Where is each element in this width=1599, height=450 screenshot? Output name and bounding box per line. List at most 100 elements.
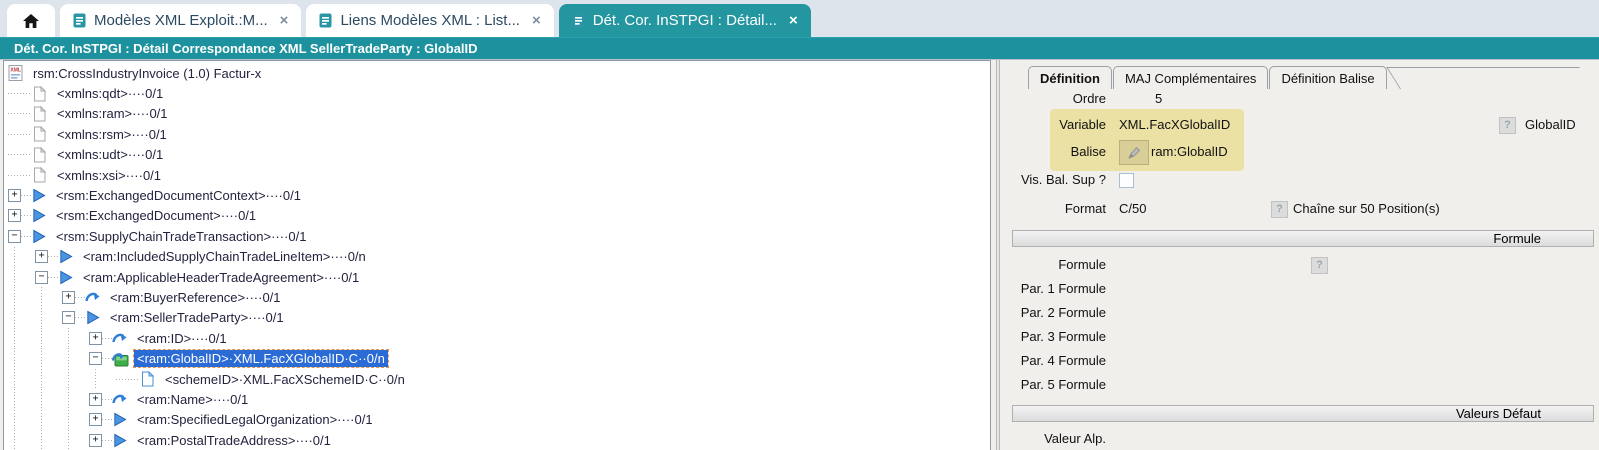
tree-node-label[interactable]: <rsm:ExchangedDocumentContext>····0/1 — [53, 187, 304, 204]
format-help-button[interactable]: ? — [1271, 201, 1288, 218]
tree-indent-guide — [35, 389, 62, 409]
tree-node-label[interactable]: <ram:SpecifiedLegalOrganization>····0/1 — [134, 411, 376, 428]
tree-node: + <ram:BuyerReference>····0/1 — [4, 287, 990, 307]
document-tab-1[interactable]: Modèles XML Exploit.:M... × — [60, 4, 301, 37]
element-triangle-icon — [112, 412, 130, 428]
tree-indent-guide — [62, 348, 89, 368]
close-icon[interactable]: × — [789, 12, 798, 29]
document-tab-3[interactable]: Dét. Cor. InSTPGI : Détail... × — [559, 4, 811, 37]
tree-connector — [116, 369, 140, 389]
curved-arrow-icon — [112, 330, 130, 346]
element-triangle-icon — [31, 228, 49, 244]
document-icon — [73, 13, 86, 28]
tree-node-label[interactable]: <schemeID>·XML.FacXSchemeID·C··0/n — [162, 371, 408, 388]
tree-connector — [8, 104, 32, 124]
expand-plus-icon[interactable]: + — [89, 413, 102, 426]
tab-label: Modèles XML Exploit.:M... — [94, 12, 268, 29]
expand-plus-icon[interactable]: + — [89, 434, 102, 447]
panel-splitter[interactable] — [991, 60, 1005, 450]
balise-value[interactable]: ram:GlobalID — [1151, 144, 1228, 160]
collapse-minus-icon[interactable]: − — [8, 230, 21, 243]
tree-node-label[interactable]: <ram:PostalTradeAddress>····0/1 — [134, 432, 334, 449]
tree-node-label[interactable]: <ram:Name>····0/1 — [134, 391, 251, 408]
format-label: Format — [1005, 201, 1106, 217]
home-tab[interactable] — [7, 4, 55, 37]
formule-row-label: Par. 2 Formule — [1005, 305, 1106, 321]
tree-connector — [48, 247, 58, 267]
valeur-alp-label: Valeur Alp. — [1005, 431, 1106, 447]
tree-indent-guide — [89, 369, 116, 389]
expand-plus-icon[interactable]: + — [35, 250, 48, 263]
tree-indent-guide — [62, 410, 89, 430]
pen-icon — [1127, 145, 1142, 160]
balise-edit-button[interactable] — [1119, 140, 1149, 165]
tree-indent-guide — [62, 369, 89, 389]
formule-help-button[interactable]: ? — [1311, 257, 1328, 274]
tree-node-label[interactable]: rsm:CrossIndustryInvoice (1.0) Factur-x — [30, 65, 264, 82]
form-tab-maj-compl-mentaires[interactable]: MAJ Complémentaires — [1113, 66, 1269, 89]
formule-row-label: Formule — [1005, 257, 1106, 273]
tree-node: + <ram:SpecifiedLegalOrganization>····0/1 — [4, 410, 990, 430]
tab-label: Dét. Cor. InSTPGI : Détail... — [593, 12, 777, 29]
expand-plus-icon[interactable]: + — [8, 209, 21, 222]
tree-indent-guide — [8, 389, 35, 409]
collapse-minus-icon[interactable]: − — [62, 311, 75, 324]
tree-node-label-selected[interactable]: <ram:GlobalID>·XML.FacXGlobalID·C··0/n — [134, 350, 388, 367]
tree-indent-guide — [8, 267, 35, 287]
form-tab-d-finition-balise[interactable]: Définition Balise — [1269, 66, 1386, 89]
tree-connector — [102, 328, 112, 348]
page-icon — [32, 126, 50, 142]
variable-help-text: GlobalID — [1525, 117, 1576, 133]
element-triangle-icon — [58, 249, 76, 265]
mapped-element-icon — [112, 351, 130, 367]
curved-arrow-icon — [112, 391, 130, 407]
tree-indent-guide — [35, 348, 62, 368]
formule-row-label: Par. 1 Formule — [1005, 281, 1106, 297]
tree-node-label[interactable]: <xmlns:ram>····0/1 — [54, 105, 171, 122]
tree-node-label[interactable]: <ram:ID>····0/1 — [134, 330, 230, 347]
expand-plus-icon[interactable]: + — [89, 332, 102, 345]
tree-node-label[interactable]: <ram:SellerTradeParty>····0/1 — [107, 309, 287, 326]
element-triangle-icon — [31, 188, 49, 204]
close-icon[interactable]: × — [532, 12, 541, 29]
expand-plus-icon[interactable]: + — [8, 189, 21, 202]
tree-node-label[interactable]: <xmlns:udt>····0/1 — [54, 146, 166, 163]
document-tab-2[interactable]: Liens Modèles XML : List... × — [306, 4, 553, 37]
tab-strip-edge — [1386, 67, 1593, 89]
expand-plus-icon[interactable]: + — [89, 393, 102, 406]
expand-plus-icon[interactable]: + — [62, 291, 75, 304]
tree-node-label[interactable]: <rsm:SupplyChainTradeTransaction>····0/1 — [53, 228, 309, 245]
tree-node: <xmlns:ram>····0/1 — [4, 104, 990, 124]
tree-connector — [8, 165, 32, 185]
ordre-label: Ordre — [1005, 91, 1106, 107]
collapse-minus-icon[interactable]: − — [35, 271, 48, 284]
tree-node-label[interactable]: <xmlns:xsi>····0/1 — [54, 167, 164, 184]
format-value[interactable]: C/50 — [1119, 201, 1146, 217]
tree-node: <xmlns:udt>····0/1 — [4, 145, 990, 165]
tree-connector — [8, 124, 32, 144]
tree-node-label[interactable]: <ram:BuyerReference>····0/1 — [107, 289, 284, 306]
tree-node-label[interactable]: <xmlns:rsm>····0/1 — [54, 126, 170, 143]
tree-indent-guide — [35, 308, 62, 328]
tree-node: + <ram:ID>····0/1 — [4, 328, 990, 348]
variable-value[interactable]: XML.FacXGlobalID — [1119, 117, 1230, 133]
tree-node-label[interactable]: <rsm:ExchangedDocument>····0/1 — [53, 207, 259, 224]
tab-label: Liens Modèles XML : List... — [340, 12, 520, 29]
tree-indent-guide — [8, 348, 35, 368]
tree-node: − <rsm:SupplyChainTradeTransaction>····0/… — [4, 226, 990, 246]
variable-help-button[interactable]: ? — [1499, 117, 1516, 134]
collapse-minus-icon[interactable]: − — [89, 352, 102, 365]
ordre-value: 5 — [1155, 91, 1162, 107]
tree-connector — [75, 308, 85, 328]
tree-indent-guide — [62, 389, 89, 409]
tree-indent-guide — [8, 369, 35, 389]
close-icon[interactable]: × — [280, 12, 289, 29]
tree-node-label[interactable]: <xmlns:qdt>····0/1 — [54, 85, 166, 102]
tree-node-label[interactable]: <ram:ApplicableHeaderTradeAgreement>····… — [80, 269, 362, 286]
visbalsup-checkbox[interactable] — [1119, 173, 1134, 188]
tree-node: + <rsm:ExchangedDocumentContext>····0/1 — [4, 185, 990, 205]
tree-node: − <ram:GlobalID>·XML.FacXGlobalID·C··0/n — [4, 348, 990, 368]
tree-node-label[interactable]: <ram:IncludedSupplyChainTradeLineItem>··… — [80, 248, 369, 265]
scheme-page-icon — [140, 371, 158, 387]
form-tab-d-finition[interactable]: Définition — [1028, 66, 1112, 89]
